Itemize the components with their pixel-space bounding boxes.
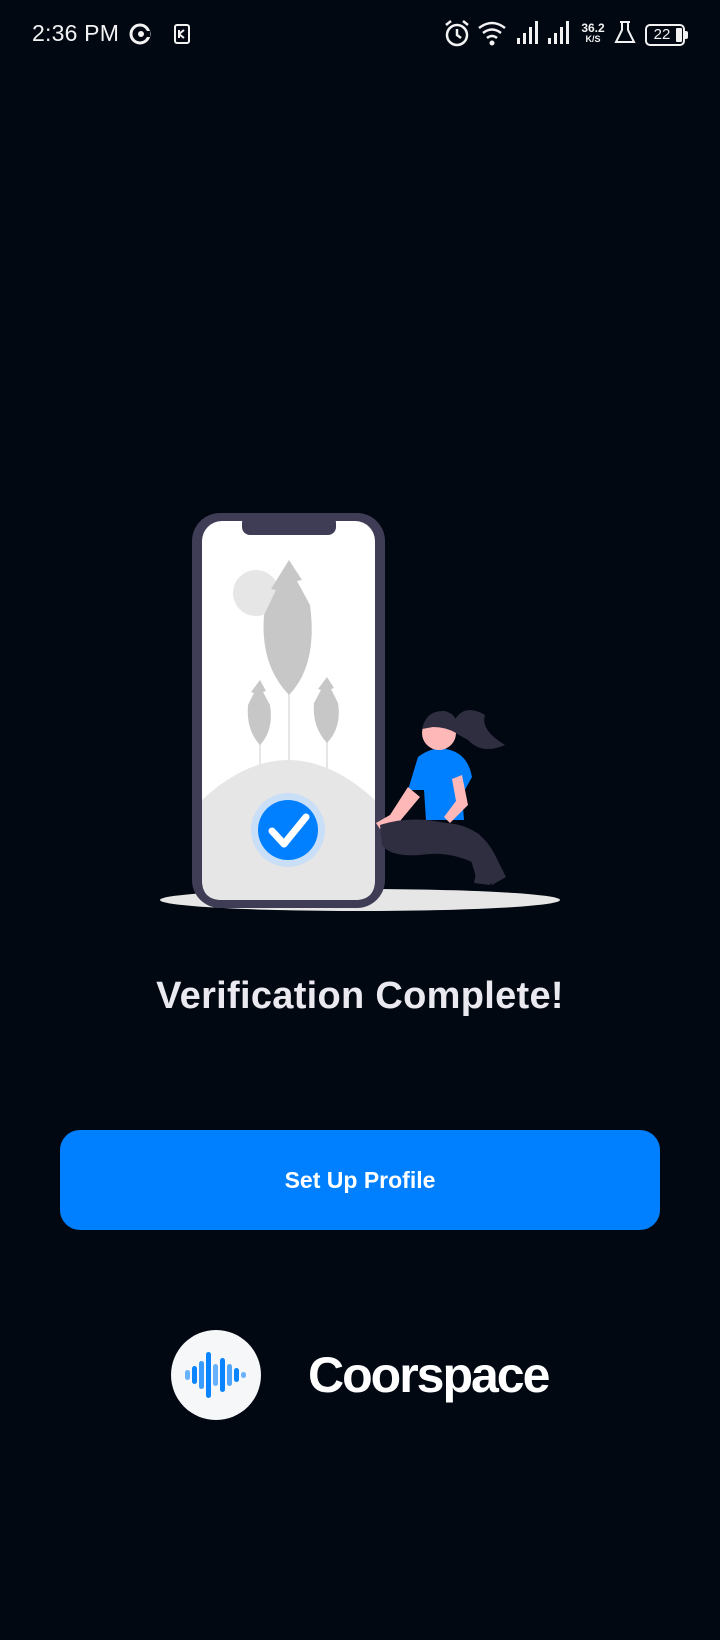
signal-icon bbox=[515, 18, 541, 54]
woman-figure bbox=[376, 710, 506, 885]
sim-card-icon bbox=[170, 22, 194, 46]
status-bar: 2:36 PM 36.2 K/S 22 bbox=[0, 0, 720, 72]
page-title: Verification Complete! bbox=[156, 975, 564, 1017]
status-time: 2:36 PM bbox=[32, 20, 120, 46]
lab-flask-icon bbox=[614, 18, 636, 54]
signal-icon bbox=[546, 18, 572, 54]
battery-cap bbox=[685, 31, 688, 39]
app-c-icon bbox=[128, 22, 152, 46]
wifi-icon bbox=[477, 18, 507, 54]
network-speed: 36.2 K/S bbox=[577, 22, 609, 44]
alarm-icon bbox=[443, 18, 471, 54]
battery-level: 22 bbox=[653, 26, 671, 43]
set-up-profile-button[interactable]: Set Up Profile bbox=[60, 1130, 660, 1230]
verification-illustration bbox=[150, 505, 570, 915]
audio-wave-icon bbox=[171, 1330, 261, 1420]
network-speed-value: 36.2 bbox=[581, 21, 605, 35]
brand-footer: Coorspace bbox=[0, 1330, 720, 1420]
battery-fill bbox=[676, 28, 682, 42]
network-speed-unit: K/S bbox=[585, 34, 601, 44]
brand-name: Coorspace bbox=[308, 1347, 550, 1403]
battery-icon: 22 bbox=[645, 24, 688, 46]
